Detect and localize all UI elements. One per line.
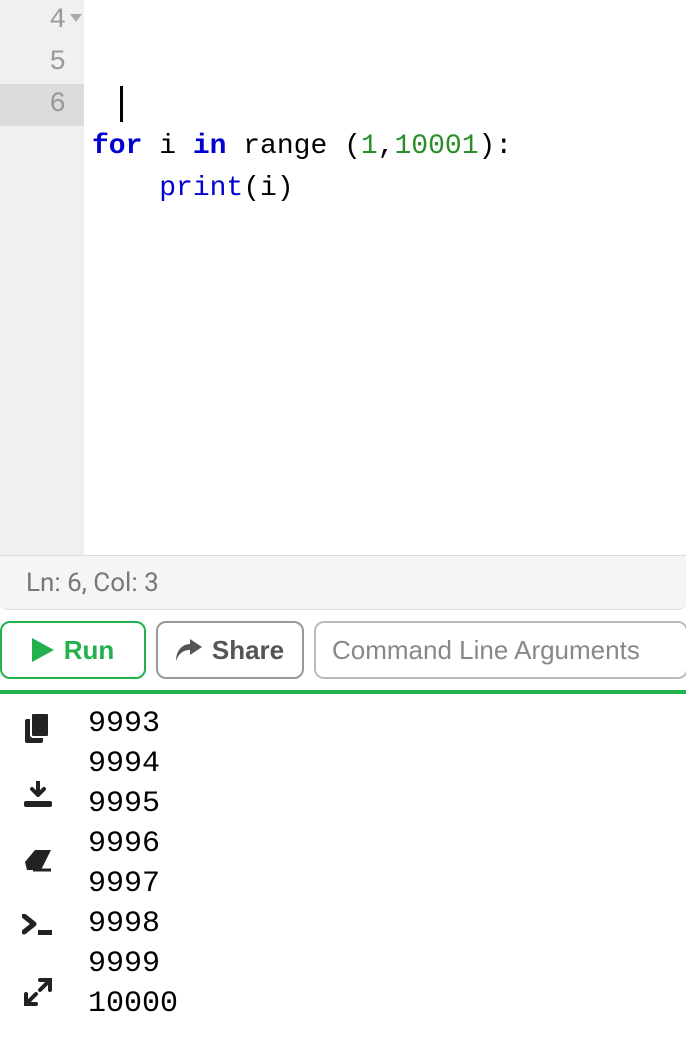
run-button-label: Run bbox=[64, 635, 115, 666]
output-side-toolbar bbox=[0, 694, 76, 1054]
line-number: 6 bbox=[0, 84, 84, 126]
copy-icon[interactable] bbox=[18, 708, 58, 748]
code-editor[interactable]: 456 for i in range (1,10001): print(i) bbox=[0, 0, 686, 555]
erase-icon[interactable] bbox=[18, 840, 58, 880]
download-icon[interactable] bbox=[18, 774, 58, 814]
cursor-position: Ln: 6, Col: 3 bbox=[26, 568, 159, 598]
run-button[interactable]: Run bbox=[0, 621, 146, 679]
line-number-gutter: 456 bbox=[0, 0, 84, 555]
code-line[interactable]: print(i) bbox=[92, 168, 686, 210]
toolbar: Run Share bbox=[0, 610, 686, 690]
status-bar: Ln: 6, Col: 3 bbox=[0, 555, 686, 610]
line-number: 5 bbox=[0, 42, 84, 84]
line-number: 4 bbox=[0, 0, 84, 42]
share-button-label: Share bbox=[212, 635, 284, 666]
share-button[interactable]: Share bbox=[156, 621, 304, 679]
output-panel: 9993 9994 9995 9996 9997 9998 9999 10000 bbox=[0, 690, 686, 1054]
code-content[interactable]: for i in range (1,10001): print(i) bbox=[84, 0, 686, 555]
code-line[interactable] bbox=[92, 210, 686, 252]
share-icon bbox=[176, 639, 202, 661]
command-arguments-input[interactable] bbox=[314, 621, 686, 679]
fold-chevron-icon[interactable] bbox=[70, 14, 82, 22]
text-cursor bbox=[120, 86, 123, 122]
expand-icon[interactable] bbox=[18, 972, 58, 1012]
output-console[interactable]: 9993 9994 9995 9996 9997 9998 9999 10000 bbox=[76, 694, 686, 1054]
code-line[interactable]: for i in range (1,10001): bbox=[92, 126, 686, 168]
play-icon bbox=[32, 638, 54, 662]
terminal-icon[interactable] bbox=[18, 906, 58, 946]
